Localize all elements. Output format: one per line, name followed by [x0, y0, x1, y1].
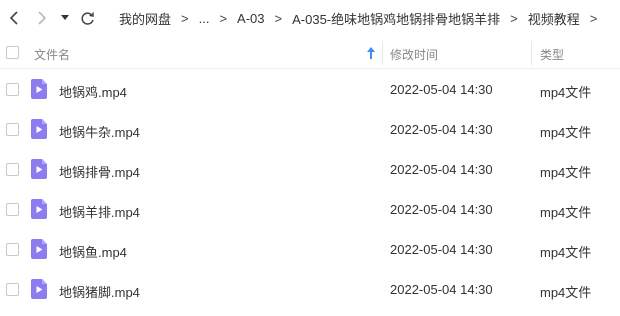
breadcrumb-item-a03[interactable]: A-03 — [236, 11, 265, 26]
breadcrumb-separator: > — [274, 11, 283, 26]
file-list-header: 文件名 修改时间 类型 — [0, 37, 620, 69]
caret-down-icon — [61, 15, 69, 20]
file-name[interactable]: 地锅猪脚.mp4 — [59, 282, 140, 301]
row-checkbox[interactable] — [6, 83, 19, 96]
chevron-right-icon — [38, 11, 47, 25]
video-file-icon — [31, 79, 47, 99]
sort-up-arrow-icon[interactable] — [365, 46, 377, 60]
video-file-icon — [31, 199, 47, 219]
file-type: mp4文件 — [540, 285, 592, 300]
file-row[interactable]: 地锅猪脚.mp4 2022-05-04 14:30 mp4文件 — [0, 269, 620, 309]
file-type: mp4文件 — [540, 125, 592, 140]
file-row[interactable]: 地锅牛杂.mp4 2022-05-04 14:30 mp4文件 — [0, 109, 620, 149]
breadcrumb-separator: > — [510, 11, 518, 26]
file-name[interactable]: 地锅鸡.mp4 — [59, 82, 127, 101]
file-type: mp4文件 — [540, 205, 592, 220]
chevron-left-icon — [9, 11, 18, 25]
refresh-icon — [81, 11, 94, 25]
file-modified-time: 2022-05-04 14:30 — [390, 282, 493, 297]
row-checkbox[interactable] — [6, 283, 19, 296]
column-divider[interactable] — [531, 41, 532, 65]
forward-button[interactable] — [32, 8, 52, 28]
refresh-button[interactable] — [77, 8, 97, 28]
file-name[interactable]: 地锅牛杂.mp4 — [59, 122, 140, 141]
file-modified-time: 2022-05-04 14:30 — [390, 162, 493, 177]
history-dropdown-button[interactable] — [57, 8, 73, 28]
breadcrumb-separator: > — [219, 11, 228, 26]
column-header-modified[interactable]: 修改时间 — [390, 46, 438, 63]
row-checkbox[interactable] — [6, 243, 19, 256]
breadcrumb-separator: > — [589, 11, 598, 26]
file-modified-time: 2022-05-04 14:30 — [390, 122, 493, 137]
row-checkbox[interactable] — [6, 203, 19, 216]
file-row[interactable]: 地锅鱼.mp4 2022-05-04 14:30 mp4文件 — [0, 229, 620, 269]
file-name[interactable]: 地锅排骨.mp4 — [59, 162, 140, 181]
file-type: mp4文件 — [540, 165, 592, 180]
video-file-icon — [31, 239, 47, 259]
video-file-icon — [31, 159, 47, 179]
file-name[interactable]: 地锅鱼.mp4 — [59, 242, 127, 261]
navigation-bar: 我的网盘 > ... > A-03 > A-035-绝味地锅鸡地锅排骨地锅羊排 … — [0, 0, 620, 37]
file-modified-time: 2022-05-04 14:30 — [390, 202, 493, 217]
breadcrumb: 我的网盘 > ... > A-03 > A-035-绝味地锅鸡地锅排骨地锅羊排 … — [118, 0, 606, 37]
file-name[interactable]: 地锅羊排.mp4 — [59, 202, 140, 221]
video-file-icon — [31, 119, 47, 139]
file-type: mp4文件 — [540, 85, 592, 100]
video-file-icon — [31, 279, 47, 299]
breadcrumb-item-a035[interactable]: A-035-绝味地锅鸡地锅排骨地锅羊排 — [291, 9, 501, 28]
column-header-type[interactable]: 类型 — [540, 46, 564, 63]
back-button[interactable] — [4, 8, 24, 28]
file-row[interactable]: 地锅鸡.mp4 2022-05-04 14:30 mp4文件 — [0, 69, 620, 109]
file-list: 地锅鸡.mp4 2022-05-04 14:30 mp4文件 地锅牛杂.mp4 … — [0, 69, 620, 309]
select-all-checkbox[interactable] — [6, 46, 19, 59]
file-modified-time: 2022-05-04 14:30 — [390, 242, 493, 257]
breadcrumb-separator: > — [181, 11, 189, 26]
file-row[interactable]: 地锅羊排.mp4 2022-05-04 14:30 mp4文件 — [0, 189, 620, 229]
row-checkbox[interactable] — [6, 123, 19, 136]
column-divider[interactable] — [382, 41, 383, 65]
file-type: mp4文件 — [540, 245, 592, 260]
row-checkbox[interactable] — [6, 163, 19, 176]
breadcrumb-item-video-tutorials[interactable]: 视频教程 — [527, 9, 581, 28]
breadcrumb-item-ellipsis[interactable]: ... — [198, 11, 211, 26]
file-row[interactable]: 地锅排骨.mp4 2022-05-04 14:30 mp4文件 — [0, 149, 620, 189]
file-modified-time: 2022-05-04 14:30 — [390, 82, 493, 97]
column-header-name[interactable]: 文件名 — [34, 46, 70, 63]
breadcrumb-item-my-drive[interactable]: 我的网盘 — [118, 9, 172, 28]
